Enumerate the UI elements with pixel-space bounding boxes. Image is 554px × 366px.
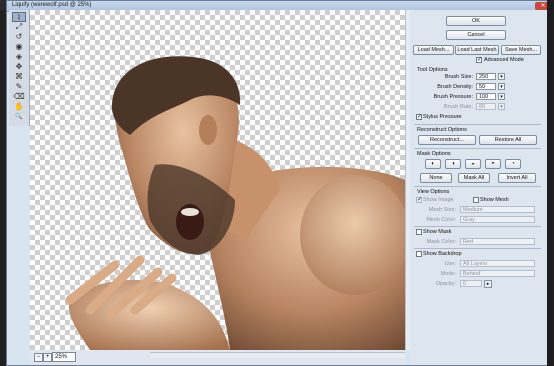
preview-canvas[interactable] <box>30 10 405 350</box>
show-mesh-label: Show Mesh <box>480 197 509 203</box>
forward-warp-tool-icon[interactable]: ⌇ <box>12 12 26 22</box>
show-image-checkbox[interactable]: ✓ <box>416 197 422 203</box>
divider <box>414 248 541 249</box>
load-last-mesh-button[interactable]: Load Last Mesh <box>455 45 499 55</box>
mode-select: Behind <box>460 270 535 277</box>
mesh-size-label: Mesh Size: <box>428 207 456 213</box>
brush-pressure-dropdown[interactable]: ▾ <box>498 93 505 100</box>
zoom-in-button[interactable]: + <box>43 353 52 362</box>
zoom-out-button[interactable]: − <box>34 353 43 362</box>
tool-options-heading: Tool Options <box>417 67 448 73</box>
view-options-heading: View Options <box>417 189 450 195</box>
ok-button[interactable]: OK <box>446 16 506 26</box>
invert-all-button[interactable]: Invert All <box>498 173 536 183</box>
pucker-tool-icon[interactable]: ◉ <box>12 42 26 52</box>
mask-mode-buttons: ◐ ◑ ◒ ◓ ◔ <box>425 159 537 169</box>
horizontal-scrollbar[interactable] <box>150 352 405 358</box>
add-to-selection-icon[interactable]: ◑ <box>445 159 461 169</box>
brush-size-dropdown[interactable]: ▾ <box>498 73 505 80</box>
mask-color-select: Red <box>460 238 535 245</box>
stylus-pressure-label: Stylus Pressure <box>423 114 462 120</box>
opacity-label: Opacity: <box>435 281 456 287</box>
divider <box>414 226 541 227</box>
bloat-tool-icon[interactable]: ◈ <box>12 52 26 62</box>
show-mask-checkbox[interactable] <box>416 229 422 235</box>
restore-all-button[interactable]: Restore All <box>479 135 537 145</box>
divider <box>414 186 541 187</box>
brush-rate-dropdown: ▾ <box>498 103 505 110</box>
opacity-field: 0 <box>460 280 482 287</box>
window-title: Liquify (werewolf.psd @ 25%) <box>12 2 92 8</box>
subtract-from-selection-icon[interactable]: ◒ <box>465 159 481 169</box>
advanced-mode-label: Advanced Mode <box>484 57 524 63</box>
freeze-mask-tool-icon[interactable]: ✎ <box>12 82 26 92</box>
portrait-image <box>65 56 405 350</box>
brush-rate-field: 80 <box>476 103 496 110</box>
reconstruct-tool-icon[interactable]: ⤢ <box>12 22 26 32</box>
reconstruct-options-heading: Reconstruct Options <box>417 127 467 133</box>
divider <box>414 148 541 149</box>
brush-density-field[interactable]: 50 <box>476 83 496 90</box>
show-mesh-checkbox[interactable] <box>473 197 479 203</box>
show-image-label: Show Image <box>423 197 454 203</box>
right-edge <box>547 0 554 366</box>
mask-all-button[interactable]: Mask All <box>458 173 490 183</box>
options-panel: OK Cancel Load Mesh... Load Last Mesh Sa… <box>410 10 547 365</box>
invert-selection-icon[interactable]: ◔ <box>505 159 521 169</box>
save-mesh-button[interactable]: Save Mesh... <box>501 45 541 55</box>
liquify-toolbox: ⌇ ⤢ ↺ ◉ ◈ ✥ ⌘ ✎ ⌫ ✋ 🔍 <box>9 10 30 126</box>
show-backdrop-label: Show Backdrop <box>423 251 462 257</box>
reconstruct-button[interactable]: Reconstruct... <box>418 135 476 145</box>
mask-color-label: Mask Color: <box>426 239 456 245</box>
mesh-size-select: Medium <box>460 206 535 213</box>
zoom-level-field[interactable]: 25% <box>52 352 76 362</box>
zoom-tool-icon[interactable]: 🔍 <box>12 112 26 122</box>
mesh-color-label: Mesh Color: <box>426 217 456 223</box>
opacity-slider-toggle: ▸ <box>484 280 492 288</box>
intersect-with-selection-icon[interactable]: ◓ <box>485 159 501 169</box>
brush-size-label: Brush Size: <box>444 74 473 80</box>
hand-tool-icon[interactable]: ✋ <box>12 102 26 112</box>
push-left-tool-icon[interactable]: ✥ <box>12 62 26 72</box>
brush-size-field[interactable]: 250 <box>476 73 496 80</box>
cancel-button[interactable]: Cancel <box>446 30 506 40</box>
use-select: All Layers <box>460 260 535 267</box>
show-backdrop-checkbox[interactable] <box>416 251 422 257</box>
brush-density-dropdown[interactable]: ▾ <box>498 83 505 90</box>
brush-rate-label: Brush Rate: <box>443 104 473 110</box>
divider <box>414 124 541 125</box>
advanced-mode-checkbox[interactable]: ✓ <box>476 57 482 63</box>
mask-options-heading: Mask Options <box>417 151 451 157</box>
show-mask-label: Show Mask <box>423 229 452 235</box>
mirror-tool-icon[interactable]: ⌘ <box>12 72 26 82</box>
mesh-color-select: Gray <box>460 216 535 223</box>
thaw-mask-tool-icon[interactable]: ⌫ <box>12 92 26 102</box>
brush-pressure-field[interactable]: 100 <box>476 93 496 100</box>
mask-none-button[interactable]: None <box>420 173 452 183</box>
load-mesh-button[interactable]: Load Mesh... <box>413 45 454 55</box>
use-label: Use: <box>444 261 456 267</box>
stylus-pressure-checkbox[interactable]: ✓ <box>416 114 422 120</box>
brush-pressure-label: Brush Pressure: <box>433 94 473 100</box>
brush-density-label: Brush Density: <box>437 84 473 90</box>
replace-selection-icon[interactable]: ◐ <box>425 159 441 169</box>
twirl-tool-icon[interactable]: ↺ <box>12 32 26 42</box>
mode-label: Mode: <box>440 271 456 277</box>
